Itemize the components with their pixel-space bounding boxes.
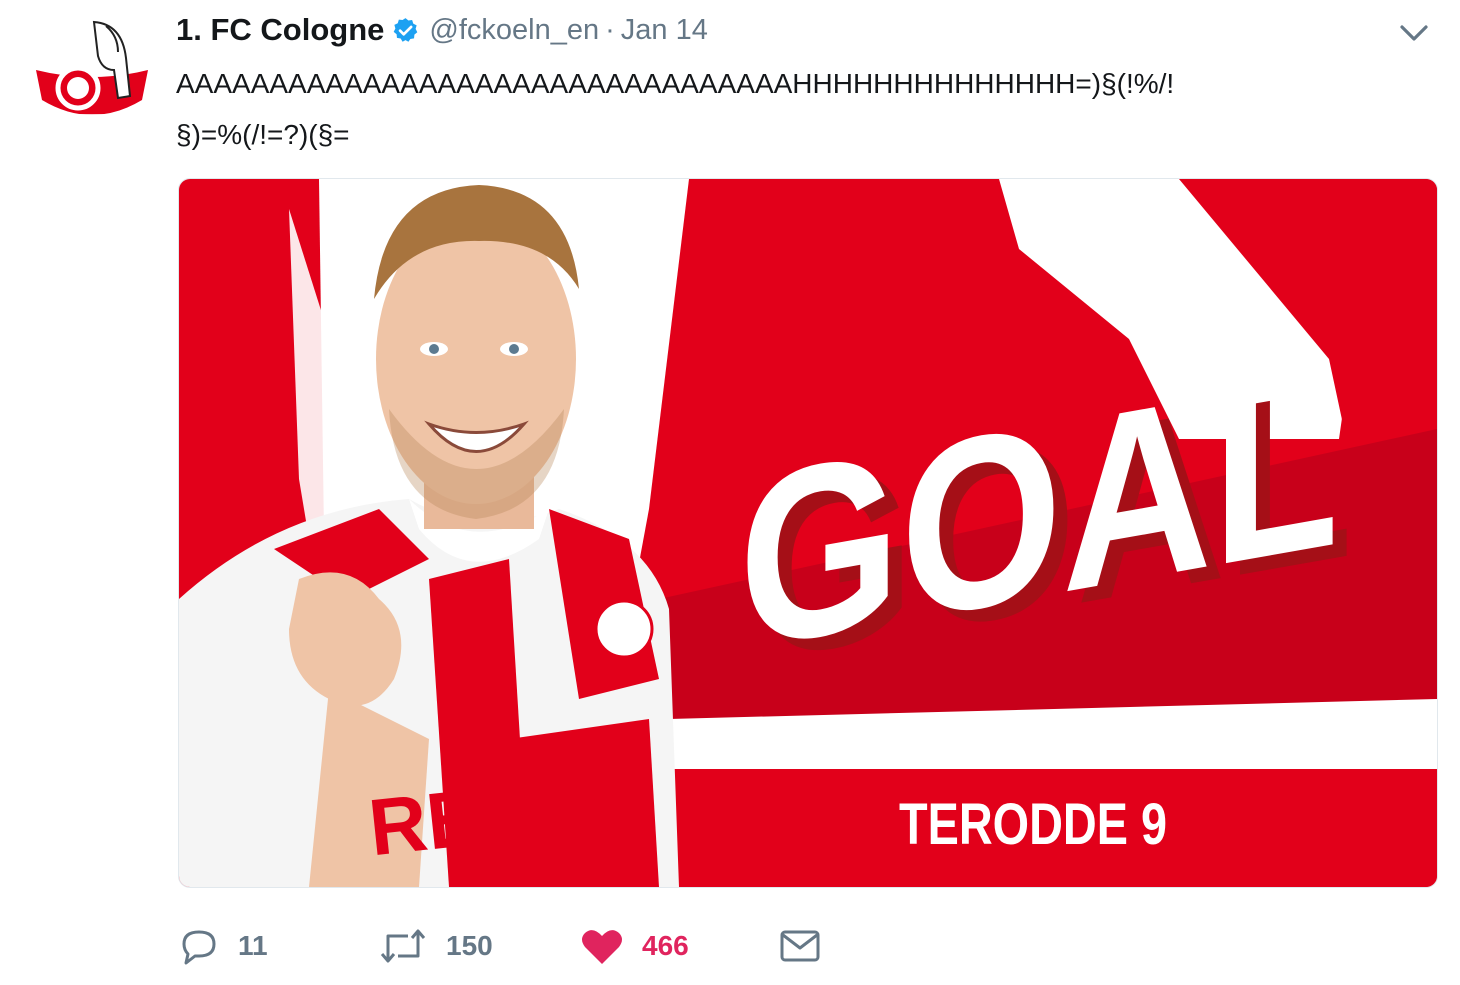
reply-count: 11 (238, 930, 268, 961)
author-handle[interactable]: @fckoeln_en (429, 14, 599, 47)
like-count: 466 (642, 930, 689, 961)
goal-graphic: REWE GOAL GOAL TERODDE 9 (179, 179, 1437, 887)
verified-badge-icon (394, 17, 418, 42)
chevron-down-icon[interactable] (1396, 20, 1432, 46)
tweet-text-line: AAAAAAAAAAAAAAAAAAAAAAAAAAAAAAAAAHHHHHHH… (176, 68, 1175, 99)
tweet-text-line: §)=%(/!=?)(§= (176, 119, 350, 150)
reply-button[interactable]: 11 (178, 918, 268, 974)
scorer-caption: TERODDE 9 (899, 792, 1167, 857)
avatar[interactable] (32, 18, 152, 130)
author-name[interactable]: 1. FC Cologne (176, 12, 384, 48)
retweet-icon (380, 929, 426, 963)
envelope-icon (780, 930, 820, 962)
retweet-button[interactable]: 150 (378, 918, 493, 974)
tweet-media[interactable]: REWE GOAL GOAL TERODDE 9 (178, 178, 1438, 888)
tweet[interactable]: 1. FC Cologne @fckoeln_en · Jan 14 AAAAA… (0, 0, 1460, 985)
tweet-header: 1. FC Cologne @fckoeln_en · Jan 14 (176, 10, 708, 50)
like-button[interactable]: 466 (580, 918, 689, 974)
reply-icon (182, 930, 216, 965)
separator-dot: · (605, 13, 615, 46)
heart-icon (582, 930, 622, 964)
tweet-date[interactable]: Jan 14 (621, 14, 708, 47)
retweet-count: 150 (446, 930, 493, 961)
dm-button[interactable] (778, 918, 822, 974)
tweet-text: AAAAAAAAAAAAAAAAAAAAAAAAAAAAAAAAAHHHHHHH… (176, 58, 1416, 160)
